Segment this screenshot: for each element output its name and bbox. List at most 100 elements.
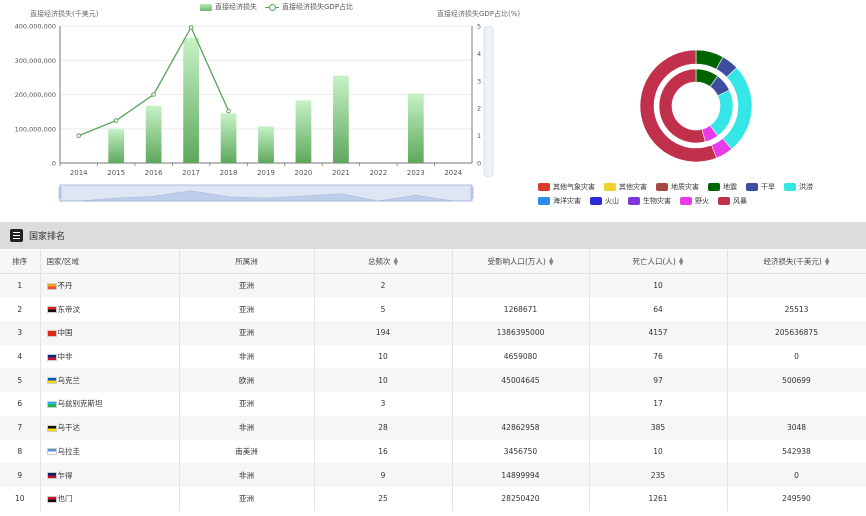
legend-item[interactable]: 火山 — [590, 194, 619, 208]
country-name: 不丹 — [57, 281, 73, 291]
col-frequency-label: 总频次 — [367, 257, 391, 267]
table-row[interactable]: 8 乌拉圭 南美洲 16 3456750 10 542938 — [0, 439, 866, 464]
country-name: 中非 — [57, 352, 73, 362]
legend-item[interactable]: 风暴 — [718, 194, 747, 208]
bar — [220, 113, 237, 163]
sort-icon[interactable]: ▲ ▼ — [393, 257, 398, 267]
x-tick-label: 2014 — [70, 169, 88, 177]
zoom-handle[interactable] — [470, 187, 474, 199]
x-tick-label: 2017 — [182, 169, 200, 177]
flag-icon — [46, 424, 57, 432]
table-row[interactable]: 5 乌克兰 欧洲 10 45004645 97 500699 — [0, 368, 866, 393]
legend-item[interactable]: 地震 — [708, 180, 737, 194]
x-tick-label: 2024 — [444, 169, 462, 177]
rank-cell: 4 — [0, 344, 41, 369]
y-right-tick-label: 3 — [477, 77, 481, 85]
table-row[interactable]: 10 也门 亚洲 25 28250420 1261 249590 — [0, 486, 866, 511]
country-name: 乌拉圭 — [57, 446, 81, 456]
sort-icon[interactable]: ▲ ▼ — [679, 257, 684, 267]
continent-cell: 欧洲 — [179, 368, 315, 393]
frequency-cell: 10 — [314, 368, 453, 393]
table-row[interactable]: 4 中非 非洲 10 4659080 76 0 — [0, 344, 866, 369]
x-tick-label: 2022 — [369, 169, 387, 177]
x-tick-label: 2023 — [407, 169, 425, 177]
y-tick-label: 300,000,000 — [15, 57, 56, 65]
deaths-cell: 385 — [589, 415, 728, 440]
table-row[interactable]: 7 乌干达 非洲 28 42862958 385 3048 — [0, 415, 866, 440]
affected-cell: 1268671 — [452, 297, 590, 322]
flag-icon — [46, 400, 57, 408]
frequency-cell: 5 — [314, 297, 453, 322]
legend-swatch — [746, 183, 758, 191]
frequency-cell: 194 — [314, 321, 453, 345]
x-tick-label: 2015 — [107, 169, 125, 177]
ranking-title: 国家排名 — [29, 232, 66, 242]
y-tick-label: 400,000,000 — [15, 23, 56, 31]
flag-icon — [46, 495, 57, 503]
flag-icon — [46, 377, 57, 385]
rank-cell: 2 — [0, 297, 41, 322]
affected-cell: 45004645 — [452, 368, 590, 393]
legend-item[interactable]: 生物灾害 — [628, 194, 671, 208]
legend-item[interactable]: 其他灾害 — [604, 180, 647, 194]
flag-icon — [46, 448, 57, 456]
zoom-handle[interactable] — [58, 187, 62, 199]
frequency-cell: 28 — [314, 415, 453, 440]
y-axis-right-title: 直接经济损失GDP占比(%) — [437, 10, 521, 18]
bar-chart-legend[interactable]: 直接经济损失 直接经济损失GDP占比 — [200, 2, 353, 12]
bar — [183, 37, 199, 163]
gdp-ratio-point — [188, 25, 194, 30]
y-right-tick-label: 0 — [477, 160, 481, 168]
loss-bar-line-chart: 0 100,000,000 200,000,000 300,000,000 400,00… — [15, 23, 494, 202]
frequency-cell: 16 — [314, 439, 453, 464]
table-row[interactable]: 2 东帝汶 亚洲 5 1268671 64 25513 — [0, 297, 866, 322]
table-row[interactable]: 9 乍得 非洲 9 14899994 235 0 — [0, 463, 866, 487]
country-cell: 乌兹别克斯坦 — [40, 392, 180, 416]
affected-cell — [452, 392, 590, 416]
deaths-cell: 17 — [589, 392, 728, 416]
legend-label: 风暴 — [733, 197, 747, 205]
continent-cell: 亚洲 — [179, 273, 315, 298]
legend-label: 地震 — [723, 183, 737, 191]
table-row[interactable]: 3 中国 亚洲 194 1386395000 4157 205636875 — [0, 321, 866, 345]
legend-label: 火山 — [605, 197, 619, 205]
rank-cell: 10 — [0, 486, 41, 511]
legend-item[interactable]: 野火 — [680, 194, 709, 208]
col-deaths[interactable]: 死亡人口(人) ▲ ▼ — [589, 250, 728, 275]
legend-item[interactable]: 地质灾害 — [656, 180, 699, 194]
col-loss[interactable]: 经济损失(千美元) ▲ ▼ — [727, 250, 866, 275]
x-tick-label: 2018 — [220, 169, 238, 177]
continent-cell: 亚洲 — [179, 486, 315, 511]
table-row[interactable]: 1 不丹 亚洲 2 10 — [0, 273, 866, 298]
col-frequency[interactable]: 总频次 ▲ ▼ — [314, 250, 453, 275]
legend-swatch — [604, 183, 616, 191]
donut-slice — [709, 89, 734, 137]
bar — [108, 128, 125, 163]
loss-cell: 3048 — [727, 415, 866, 440]
right-axis-scroll-track — [483, 25, 494, 178]
deaths-cell: 64 — [589, 297, 728, 322]
data-zoom-slider[interactable] — [58, 184, 474, 202]
y-tick-label: 100,000,000 — [15, 125, 56, 133]
y-tick-label: 200,000,000 — [15, 91, 56, 99]
legend-label: 洪涝 — [799, 183, 813, 191]
y-right-tick-label: 4 — [477, 50, 481, 58]
legend-item[interactable]: 海洋灾害 — [538, 194, 581, 208]
continent-cell: 亚洲 — [179, 297, 315, 322]
legend-item[interactable]: 干旱 — [746, 180, 775, 194]
deaths-cell: 10 — [589, 439, 728, 464]
frequency-cell: 3 — [314, 392, 453, 416]
sort-icon[interactable]: ▲ ▼ — [549, 257, 554, 267]
table-row[interactable]: 6 乌兹别克斯坦 亚洲 3 17 — [0, 392, 866, 416]
sort-icon[interactable]: ▲ ▼ — [825, 257, 830, 267]
legend-label-loss[interactable]: 直接经济损失 — [215, 2, 257, 12]
ranking-header: 国家排名 — [0, 222, 866, 249]
legend-label-gdp[interactable]: 直接经济损失GDP占比 — [282, 2, 353, 12]
legend-item[interactable]: 其他气象灾害 — [538, 180, 595, 194]
rank-cell: 9 — [0, 463, 41, 487]
loss-cell: 0 — [727, 344, 866, 369]
country-cell: 乌拉圭 — [40, 439, 180, 464]
flag-icon — [46, 472, 57, 480]
legend-item[interactable]: 洪涝 — [784, 180, 813, 194]
col-affected[interactable]: 受影响人口(万人) ▲ ▼ — [452, 250, 590, 275]
